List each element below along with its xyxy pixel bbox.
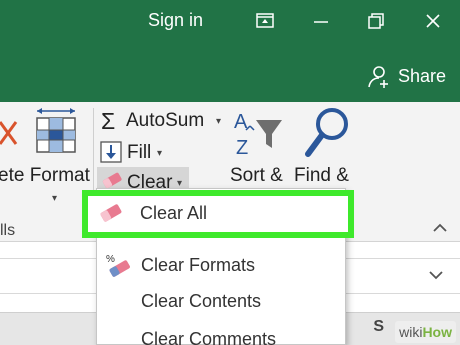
column-header-s[interactable]: S bbox=[373, 318, 384, 336]
find-select-icon[interactable] bbox=[304, 106, 352, 165]
share-label: Share bbox=[397, 65, 446, 86]
clear-formats-icon: % bbox=[106, 254, 130, 277]
delete-x-icon[interactable] bbox=[0, 118, 20, 153]
minimize-icon[interactable] bbox=[308, 8, 334, 34]
format-button-label[interactable]: ete Format bbox=[0, 165, 90, 187]
menu-item-clear-comments[interactable]: Clear Comments bbox=[97, 321, 347, 345]
watermark-part: wiki bbox=[399, 324, 423, 340]
fill-button[interactable]: Fill bbox=[127, 142, 151, 164]
format-chevron-down-icon[interactable]: ▾ bbox=[52, 193, 57, 204]
sort-filter-icon[interactable]: A Z bbox=[232, 108, 286, 165]
sigma-icon: Σ bbox=[101, 108, 116, 134]
sort-filter-button[interactable]: Sort & bbox=[230, 165, 283, 187]
svg-text:%: % bbox=[106, 254, 115, 265]
svg-text:Z: Z bbox=[236, 137, 248, 159]
sign-in-link[interactable]: Sign in bbox=[148, 10, 203, 31]
find-select-button[interactable]: Find & bbox=[294, 165, 349, 187]
autosum-button[interactable]: AutoSum bbox=[126, 110, 204, 132]
format-cells-icon[interactable] bbox=[33, 106, 83, 161]
restore-icon[interactable] bbox=[363, 8, 389, 34]
menu-item-label: Clear All bbox=[140, 203, 208, 223]
menu-item-label: Clear Contents bbox=[141, 291, 262, 311]
collapse-ribbon-icon[interactable] bbox=[432, 220, 448, 238]
fill-down-icon bbox=[100, 141, 122, 168]
menu-item-label: Clear Formats bbox=[141, 255, 256, 275]
watermark-part: How bbox=[422, 324, 452, 340]
autosum-chevron-down-icon[interactable]: ▾ bbox=[216, 116, 221, 127]
menu-item-clear-formats[interactable]: % Clear Formats bbox=[97, 247, 347, 285]
cells-group-label: lls bbox=[0, 222, 16, 239]
menu-item-label: Clear Comments bbox=[141, 329, 277, 345]
fill-chevron-down-icon[interactable]: ▾ bbox=[157, 148, 162, 159]
share-button[interactable]: Share bbox=[366, 60, 446, 92]
menu-item-clear-contents[interactable]: Clear Contents bbox=[97, 283, 347, 321]
close-icon[interactable] bbox=[420, 8, 446, 34]
person-add-icon bbox=[368, 66, 388, 88]
ribbon-display-options-icon[interactable] bbox=[252, 8, 278, 34]
eraser-icon bbox=[100, 204, 122, 222]
title-bar bbox=[0, 0, 460, 50]
menu-item-clear-all[interactable]: Clear All bbox=[82, 190, 354, 238]
formula-expand-chevron-down-icon[interactable] bbox=[428, 268, 444, 286]
wikihow-watermark: wiki How bbox=[395, 321, 456, 343]
